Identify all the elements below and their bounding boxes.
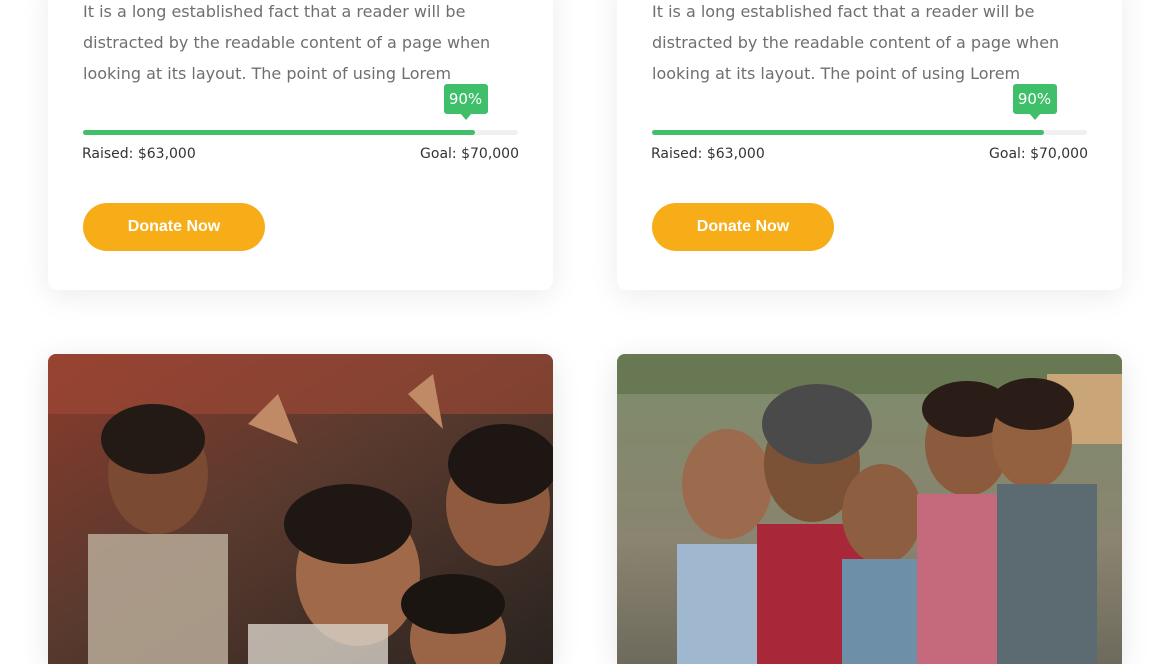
donate-now-button[interactable]: Donate Now [652,203,834,251]
donate-now-button[interactable]: Donate Now [83,203,265,251]
raised-amount: Raised: $63,000 [651,146,765,162]
children-group-photo [617,354,1122,664]
progress-bar-fill [83,130,475,135]
campaign-card-2: It is a long established fact that a rea… [617,0,1122,290]
raised-amount: Raised: $63,000 [82,146,196,162]
campaign-photo-card-3[interactable] [48,354,553,664]
goal-amount: Goal: $70,000 [420,146,519,162]
progress-bar-fill [652,130,1044,135]
campaign-photo-card-4[interactable] [617,354,1122,664]
progress-percent-badge: 90% [443,84,488,120]
campaign-description: It is a long established fact that a rea… [83,2,491,83]
progress-percent-badge: 90% [1012,84,1057,120]
children-group-photo [48,354,553,664]
campaign-description: It is a long established fact that a rea… [652,2,1060,83]
goal-amount: Goal: $70,000 [989,146,1088,162]
progress-bar [652,130,1087,135]
progress-bar [83,130,518,135]
campaign-card-1: It is a long established fact that a rea… [48,0,553,290]
